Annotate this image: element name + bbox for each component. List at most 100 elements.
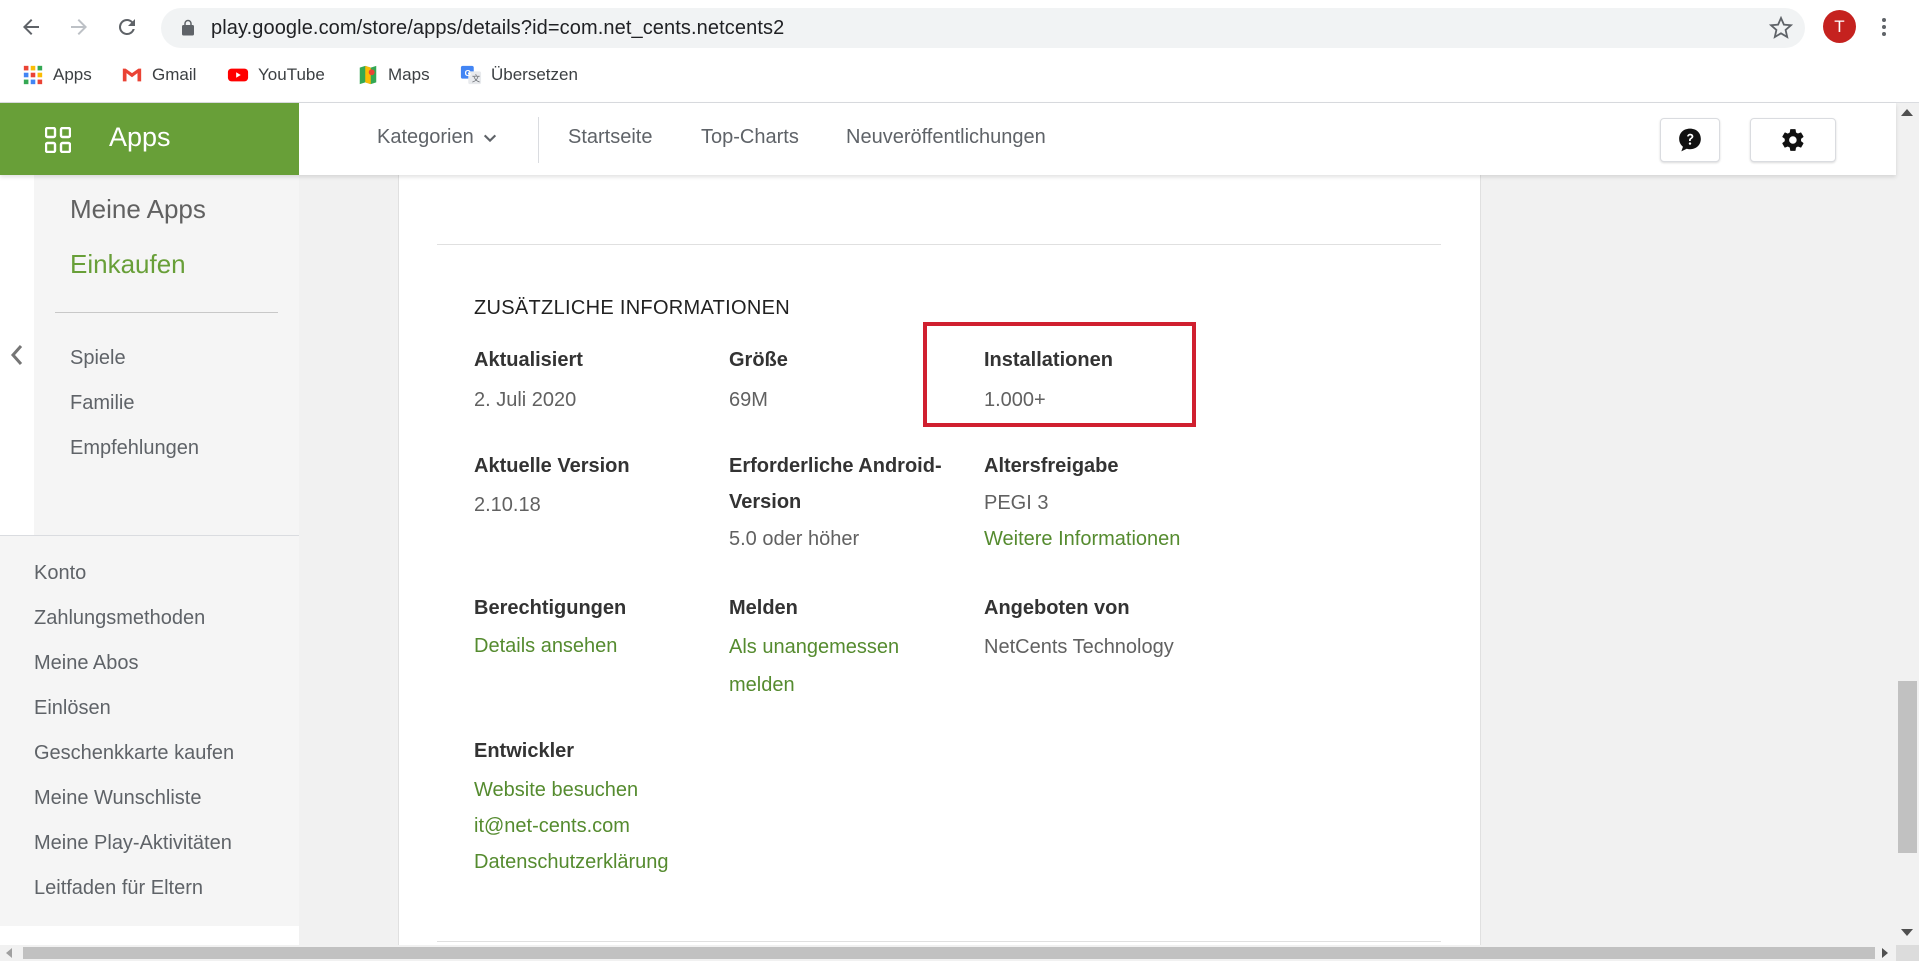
header-divider — [538, 117, 539, 163]
current-version-label: Aktuelle Version — [474, 455, 630, 477]
bookmark-star-icon[interactable] — [1769, 16, 1793, 40]
bookmark-youtube[interactable]: YouTube — [227, 60, 325, 90]
url-text[interactable]: play.google.com/store/apps/details?id=co… — [211, 17, 784, 40]
size-label: Größe — [729, 349, 788, 371]
scrollbar-corner — [1896, 945, 1919, 961]
horizontal-scrollbar[interactable] — [0, 945, 1896, 961]
bookmark-maps[interactable]: Maps — [357, 60, 430, 90]
address-bar[interactable]: play.google.com/store/apps/details?id=co… — [161, 8, 1805, 48]
categories-dropdown[interactable]: Kategorien — [377, 126, 498, 149]
apps-grid-icon — [45, 127, 71, 153]
current-version-value: 2.10.18 — [474, 494, 541, 516]
content-rating-label: Altersfreigabe — [984, 455, 1119, 477]
rating-more-info-link[interactable]: Weitere Informationen — [984, 521, 1180, 557]
section-title: ZUSÄTZLICHE INFORMATIONEN — [474, 297, 791, 319]
sidebar-item-payment-methods[interactable]: Zahlungsmethoden — [34, 607, 205, 630]
sidebar-item-subscriptions[interactable]: Meine Abos — [34, 652, 139, 675]
reload-button[interactable] — [108, 8, 146, 46]
chevron-left-icon[interactable] — [6, 340, 28, 370]
maps-icon — [359, 65, 377, 85]
apps-section-button[interactable]: Apps — [0, 103, 299, 175]
scroll-right-arrow-icon[interactable] — [1882, 948, 1888, 958]
browser-chrome: play.google.com/store/apps/details?id=co… — [0, 0, 1919, 103]
nav-home[interactable]: Startseite — [568, 126, 652, 149]
android-version-label-line1: Erforderliche Android- — [729, 455, 942, 477]
apps-title: Apps — [109, 122, 171, 152]
sidebar-item-buy-gift-card[interactable]: Geschenkkarte kaufen — [34, 742, 234, 765]
horizontal-scrollbar-thumb[interactable] — [23, 947, 1875, 959]
sidebar-item-parent-guide[interactable]: Leitfaden für Eltern — [34, 877, 203, 900]
additional-info-card: ZUSÄTZLICHE INFORMATIONEN Aktualisiert 2… — [398, 175, 1481, 945]
sidebar-item-redeem[interactable]: Einlösen — [34, 697, 111, 720]
bookmark-label: Gmail — [152, 65, 197, 84]
vertical-scrollbar[interactable] — [1896, 103, 1919, 945]
bookmark-label: Apps — [53, 65, 92, 84]
more-vert-icon — [1882, 18, 1886, 36]
sidebar-item-wishlist[interactable]: Meine Wunschliste — [34, 787, 201, 810]
bookmark-apps[interactable]: Apps — [22, 60, 92, 90]
scroll-left-arrow-icon[interactable] — [6, 948, 12, 958]
categories-label: Kategorien — [377, 126, 474, 148]
vertical-scrollbar-thumb[interactable] — [1898, 681, 1917, 853]
android-version-label-line2: Version — [729, 491, 802, 513]
sidebar-item-play-activity[interactable]: Meine Play-Aktivitäten — [34, 832, 232, 855]
offered-by-label: Angeboten von — [984, 597, 1130, 619]
bookmark-label: YouTube — [258, 65, 325, 84]
svg-text:文: 文 — [472, 73, 480, 83]
bookmark-label: Maps — [388, 65, 430, 84]
profile-avatar[interactable]: T — [1823, 10, 1856, 43]
scroll-up-arrow-icon[interactable] — [1901, 109, 1913, 116]
updated-label: Aktualisiert — [474, 349, 583, 371]
section-divider-bottom — [437, 941, 1441, 942]
bookmark-label: Übersetzen — [491, 65, 578, 84]
report-link-line1[interactable]: Als unangemessen — [729, 629, 899, 665]
content-rating-value: PEGI 3 — [984, 492, 1049, 514]
arrow-right-icon — [71, 19, 87, 35]
profile-initial: T — [1834, 16, 1845, 36]
gear-icon — [1782, 129, 1804, 151]
bookmark-gmail[interactable]: Gmail — [121, 60, 196, 90]
size-value: 69M — [729, 389, 768, 411]
nav-new-releases[interactable]: Neuveröffentlichungen — [846, 126, 1046, 149]
apps-grid-icon — [23, 65, 43, 85]
sidebar-item-account[interactable]: Konto — [34, 562, 86, 585]
sidebar-item-family[interactable]: Familie — [70, 392, 134, 415]
sidebar-item-my-apps[interactable]: Meine Apps — [70, 194, 206, 225]
developer-privacy-link[interactable]: Datenschutzerklärung — [474, 844, 669, 880]
sidebar-strip — [0, 175, 34, 535]
arrow-left-icon — [23, 19, 39, 35]
android-version-value: 5.0 oder höher — [729, 528, 860, 550]
developer-label: Entwickler — [474, 740, 575, 762]
permissions-details-link[interactable]: Details ansehen — [474, 628, 617, 664]
bookmark-translate[interactable]: G文 Übersetzen — [460, 60, 578, 90]
translate-icon: G文 — [460, 65, 482, 85]
developer-website-link[interactable]: Website besuchen — [474, 772, 638, 808]
developer-email-link[interactable]: it@net-cents.com — [474, 808, 630, 844]
help-button[interactable] — [1660, 118, 1720, 162]
forward-button[interactable] — [60, 8, 98, 46]
back-button[interactable] — [12, 8, 50, 46]
installs-highlight-box — [923, 322, 1196, 427]
play-header: Apps Kategorien Startseite Top-Charts Ne… — [0, 103, 1896, 175]
offered-by-value: NetCents Technology — [984, 636, 1174, 658]
chevron-down-icon — [483, 134, 496, 142]
settings-button[interactable] — [1750, 118, 1836, 162]
permissions-label: Berechtigungen — [474, 597, 627, 619]
bookmarks-bar: Apps Gmail YouTube Maps G文 Übersetzen — [0, 60, 1919, 90]
reload-icon — [118, 18, 135, 35]
nav-top-charts[interactable]: Top-Charts — [701, 126, 799, 149]
svg-text:G: G — [465, 69, 471, 78]
sidebar-item-editors-choice[interactable]: Empfehlungen — [70, 437, 199, 460]
report-label: Melden — [729, 597, 798, 619]
scroll-down-arrow-icon[interactable] — [1901, 929, 1913, 936]
youtube-icon — [227, 68, 249, 82]
browser-menu-button[interactable] — [1872, 12, 1896, 42]
lock-icon — [182, 19, 194, 36]
sidebar-item-shop[interactable]: Einkaufen — [70, 249, 186, 280]
report-link-line2[interactable]: melden — [729, 667, 795, 703]
gmail-icon — [122, 68, 142, 82]
sidebar-item-games[interactable]: Spiele — [70, 347, 126, 370]
updated-value: 2. Juli 2020 — [474, 389, 577, 411]
help-icon — [1679, 128, 1701, 152]
section-divider-top — [437, 244, 1441, 245]
